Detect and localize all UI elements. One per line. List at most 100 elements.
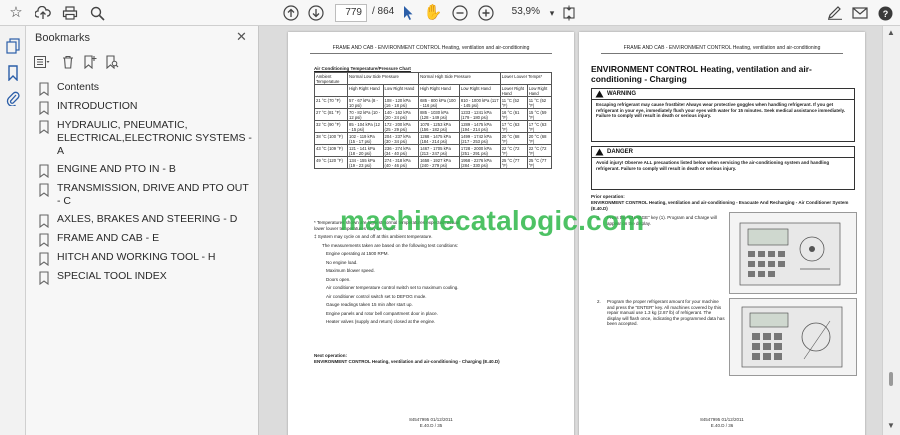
table-row: 43 °C (109 °F) 121 - 141 kPa (18 - 20 psi…: [314, 144, 553, 157]
danger-label: DANGER: [592, 147, 854, 158]
help-icon[interactable]: ?: [876, 4, 894, 22]
warning-label: WARNING: [592, 89, 854, 100]
note-line: Doors open.: [326, 276, 351, 282]
bookmark-icon: [39, 164, 49, 178]
table-header: Lower Louver Temps*: [499, 72, 553, 85]
charge-station-figure: [729, 212, 857, 294]
table-header: Normal Low Side Pressure: [346, 72, 420, 85]
note-line: Engine panels and rotor bell compartment…: [326, 310, 438, 316]
svg-text:?: ?: [882, 9, 888, 19]
danger-text: Avoid injury! Observe ALL precautions li…: [596, 160, 830, 171]
star-icon[interactable]: ☆: [7, 4, 25, 22]
table-cell: 1233 - 1241 kPa (179 - 180 psi): [458, 108, 501, 121]
next-operation-label: Next operation:: [314, 353, 348, 358]
delete-bookmark-icon[interactable]: [60, 54, 76, 70]
page-thumbnails-icon[interactable]: [4, 37, 22, 55]
scroll-up-icon[interactable]: ▲: [887, 28, 895, 37]
bookmark-item[interactable]: ENGINE AND PTO IN - B: [38, 163, 253, 178]
table-row: 49 °C (120 °F) 134 - 155 kPa (19 - 23 psi…: [314, 156, 553, 169]
note-line: Heater valves (supply and return) closed…: [326, 319, 436, 324]
section-title: ENVIRONMENT CONTROL Heating, ventilation…: [591, 64, 812, 84]
toolbar: ☆ 779 / 864 ✋ 53,9% ▾ ?: [0, 0, 900, 26]
new-bookmark-icon[interactable]: [82, 54, 98, 70]
hand-tool-icon[interactable]: ✋: [424, 4, 443, 22]
bookmark-label: ENGINE AND PTO IN - B: [57, 163, 176, 175]
zoom-out-icon[interactable]: [451, 4, 469, 22]
bookmark-item[interactable]: TRANSMISSION, DRIVE AND PTO OUT - C: [38, 182, 253, 208]
footer-code: 84547995 01/12/2011: [700, 417, 744, 422]
find-bookmark-icon[interactable]: [104, 54, 120, 70]
danger-label-text: DANGER: [607, 149, 634, 155]
warning-text: Escaping refrigerant may cause frostbite…: [596, 102, 846, 118]
table-cell: 204 - 237 kPa (30 - 34 psi): [382, 132, 420, 145]
bookmark-item[interactable]: INTRODUCTION: [38, 100, 253, 115]
table-subheader: High Right Hand: [418, 84, 460, 97]
table-cell: 1467 - 1705 kPa (213 - 247 psi): [418, 144, 460, 157]
warning-label-text: WARNING: [607, 91, 636, 97]
table-cell: 274 - 318 kPa (40 - 46 psi): [382, 156, 420, 169]
pressure-chart-table: Ambient Temperature Normal Low Side Pres…: [314, 72, 553, 169]
page-number-input[interactable]: 779: [335, 4, 367, 22]
bookmark-item[interactable]: Contents: [38, 81, 253, 96]
bookmark-item[interactable]: HYDRAULIC, PNEUMATIC, ELECTRICAL,ELECTRO…: [38, 119, 253, 158]
table-cell: 38 °C (100 °F): [314, 132, 348, 145]
zoom-search-icon[interactable]: [88, 4, 106, 22]
danger-triangle-icon: [595, 148, 604, 156]
close-icon[interactable]: ✕: [236, 29, 247, 45]
bookmark-label: FRAME AND CAB - E: [57, 232, 160, 244]
options-menu-icon[interactable]: [34, 54, 50, 70]
table-cell: 22 °C (72 °F): [526, 144, 553, 157]
navigation-rail: [0, 26, 26, 435]
table-header: Ambient Temperature: [314, 72, 348, 85]
comment-edit-icon[interactable]: [826, 4, 844, 22]
table-cell: 11 °C (52 °F): [526, 96, 553, 109]
header-rule: [310, 53, 552, 54]
mail-icon[interactable]: [851, 4, 869, 22]
table-cell: 57 - 67 kPa (8 - 10 psi): [347, 96, 384, 109]
bookmark-label: SPECIAL TOOL INDEX: [57, 270, 167, 282]
zoom-level-select[interactable]: 53,9%: [506, 4, 544, 22]
table-cell: 25 °C (77 °F): [526, 156, 553, 169]
table-cell: 810 - 1000 kPa (117 - 145 psi): [458, 96, 501, 109]
page-down-icon[interactable]: [307, 4, 325, 22]
table-row: 27 °C (81 °F) 70 - 82 kPa (10 - 12 psi) 14…: [314, 108, 553, 121]
bookmark-icon: [39, 271, 49, 285]
page-header: FRAME AND CAB - ENVIRONMENT CONTROL Heat…: [623, 45, 821, 51]
upload-cloud-icon[interactable]: [34, 4, 52, 22]
bookmark-item[interactable]: AXLES, BRAKES AND STEERING - D: [38, 213, 253, 228]
table-cell: 108 - 120 kPa (16 - 18 psi): [382, 96, 420, 109]
scroll-down-icon[interactable]: ▼: [887, 421, 895, 430]
bookmark-item[interactable]: SPECIAL TOOL INDEX: [38, 270, 253, 285]
scroll-thumb[interactable]: [889, 372, 893, 386]
table-title: Air Conditioning Temperature/Pressure Ch…: [314, 66, 411, 71]
step-text: Program the proper refrigerant amount fo…: [607, 299, 725, 326]
footer-page: E.40.D / 36: [710, 423, 734, 428]
bookmark-icon: [39, 183, 49, 197]
table-cell: 1268 - 1475 kPa (184 - 214 psi): [418, 132, 460, 145]
print-icon[interactable]: [61, 4, 79, 22]
fit-page-icon[interactable]: [560, 4, 578, 22]
table-cell: 17 °C (63 °F): [499, 120, 528, 133]
vertical-scrollbar[interactable]: ▲ ▼: [882, 26, 900, 435]
next-operation-link[interactable]: ENVIRONMENT CONTROL Heating, ventilation…: [314, 359, 554, 365]
danger-box: DANGER Avoid injury! Observe ALL precaut…: [591, 146, 855, 190]
bookmark-panel-icon[interactable]: [4, 64, 22, 82]
page-up-icon[interactable]: [282, 4, 300, 22]
table-cell: 17 °C (63 °F): [526, 120, 553, 133]
bookmark-item[interactable]: FRAME AND CAB - E: [38, 232, 253, 247]
footer-code: 84547995 01/12/2011: [409, 417, 453, 422]
chevron-down-icon[interactable]: ▾: [543, 4, 561, 22]
table-cell: 885 - 1030 kPa (128 - 149 psi): [418, 108, 460, 121]
bookmark-icon: [39, 252, 49, 266]
table-cell: 121 - 141 kPa (18 - 20 psi): [347, 144, 384, 157]
table-cell: 25 °C (77 °F): [499, 156, 528, 169]
select-cursor-icon[interactable]: [399, 4, 417, 22]
bookmark-item[interactable]: HITCH AND WORKING TOOL - H: [38, 251, 253, 266]
table-cell: 43 °C (109 °F): [314, 144, 348, 157]
note-line: Maximum blower speed.: [326, 268, 375, 273]
zoom-in-icon[interactable]: [477, 4, 495, 22]
table-row: 38 °C (100 °F) 102 - 119 kPa (15 - 17 psi…: [314, 132, 553, 145]
attachment-icon[interactable]: [4, 89, 22, 107]
table-row: 32 °C (90 °F) 85 - 104 kPa (12 - 15 psi) 1…: [314, 120, 553, 133]
table-cell: 102 - 119 kPa (15 - 17 psi): [347, 132, 384, 145]
